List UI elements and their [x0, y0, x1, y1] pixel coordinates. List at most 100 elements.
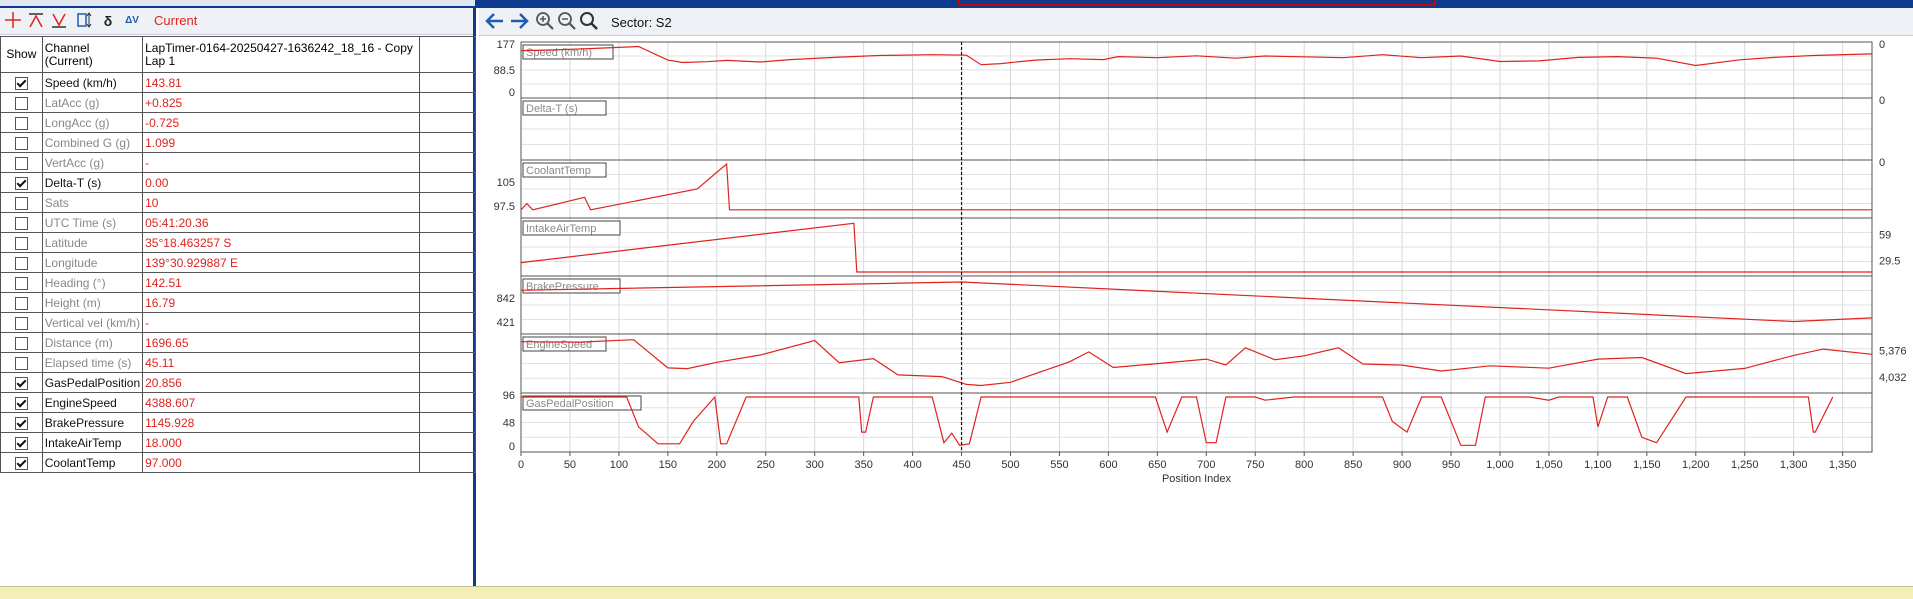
show-cell	[0, 452, 43, 473]
show-checkbox[interactable]	[14, 236, 28, 250]
channel-row[interactable]: BrakePressure 1145.928	[0, 412, 477, 433]
channel-row[interactable]: Vertical vel (km/h) -	[0, 312, 477, 333]
show-checkbox[interactable]	[14, 396, 28, 410]
zoom-fit-icon[interactable]	[579, 11, 599, 36]
channel-row[interactable]: UTC Time (s) 05:41:20.36	[0, 212, 477, 233]
delta-icon[interactable]: δ	[98, 11, 118, 31]
empty-cell	[418, 92, 477, 113]
series-line-coolanttemp	[520, 162, 1872, 211]
channel-row[interactable]: Height (m) 16.79	[0, 292, 477, 313]
channel-value: 0.00	[142, 172, 420, 193]
show-checkbox[interactable]	[14, 376, 28, 390]
channel-row[interactable]: Heading (°) 142.51	[0, 272, 477, 293]
channel-column-header[interactable]: Channel (Current)	[41, 36, 144, 73]
top-tab-strip	[0, 0, 475, 13]
show-checkbox[interactable]	[14, 216, 28, 230]
channel-value: 139°30.929887 E	[142, 252, 420, 273]
panel-label: BrakePressure	[526, 281, 599, 293]
channel-value: 97.000	[142, 452, 420, 473]
y-tick-label: 97.5	[494, 201, 515, 213]
channel-value: 18.000	[142, 432, 420, 453]
marker-up-icon[interactable]	[26, 11, 46, 31]
show-checkbox[interactable]	[14, 176, 28, 190]
channel-row[interactable]: EngineSpeed 4388.607	[0, 392, 477, 413]
marker-down-icon[interactable]	[49, 11, 69, 31]
empty-cell	[418, 112, 477, 133]
show-checkbox[interactable]	[14, 296, 28, 310]
channel-value: 20.856	[142, 372, 420, 393]
channel-name: Distance (m)	[41, 332, 144, 353]
x-tick-label: 150	[659, 459, 677, 471]
channel-value: 4388.607	[142, 392, 420, 413]
show-cell	[0, 92, 43, 113]
vertical-fit-icon[interactable]	[74, 11, 94, 31]
y-tick-label-right: 0	[1879, 157, 1885, 169]
status-bar	[0, 586, 1913, 599]
x-tick-label: 650	[1148, 459, 1166, 471]
show-checkbox[interactable]	[14, 256, 28, 270]
empty-cell	[418, 372, 477, 393]
show-checkbox[interactable]	[14, 196, 28, 210]
channel-row[interactable]: Sats 10	[0, 192, 477, 213]
show-checkbox[interactable]	[14, 96, 28, 110]
show-checkbox[interactable]	[14, 316, 28, 330]
channel-row[interactable]: Distance (m) 1696.65	[0, 332, 477, 353]
empty-column-header	[418, 36, 477, 73]
show-checkbox[interactable]	[14, 136, 28, 150]
show-checkbox[interactable]	[14, 416, 28, 430]
channel-row[interactable]: IntakeAirTemp 18.000	[0, 432, 477, 453]
channel-row[interactable]: LongAcc (g) -0.725	[0, 112, 477, 133]
empty-cell	[418, 172, 477, 193]
empty-cell	[418, 332, 477, 353]
channel-row[interactable]: LatAcc (g) +0.825	[0, 92, 477, 113]
channel-row[interactable]: GasPedalPosition 20.856	[0, 372, 477, 393]
show-checkbox[interactable]	[14, 336, 28, 350]
channel-row[interactable]: Delta-T (s) 0.00	[0, 172, 477, 193]
crosshair-icon[interactable]	[3, 11, 23, 31]
channel-row[interactable]: Combined G (g) 1.099	[0, 132, 477, 153]
show-checkbox[interactable]	[14, 356, 28, 370]
channel-value: 10	[142, 192, 420, 213]
channel-row[interactable]: Elapsed time (s) 45.11	[0, 352, 477, 373]
channel-row[interactable]: Latitude 35°18.463257 S	[0, 232, 477, 253]
channel-value: -0.725	[142, 112, 420, 133]
channel-value: +0.825	[142, 92, 420, 113]
x-tick-label: 1,150	[1633, 459, 1661, 471]
empty-cell	[418, 152, 477, 173]
forward-arrow-icon[interactable]	[509, 11, 529, 36]
plot-toolbar: Sector: S2	[479, 8, 1913, 36]
empty-cell	[418, 192, 477, 213]
lap-column-header[interactable]: LapTimer-0164-20250427-1636242_18_16 - C…	[142, 36, 420, 73]
channel-row[interactable]: VertAcc (g) -	[0, 152, 477, 173]
y-tick-label: 105	[497, 177, 515, 189]
panel-label: Delta-T (s)	[526, 103, 578, 115]
channel-value: 143.81	[142, 72, 420, 93]
channel-name: VertAcc (g)	[41, 152, 144, 173]
channel-row[interactable]: Longitude 139°30.929887 E	[0, 252, 477, 273]
show-checkbox[interactable]	[14, 456, 28, 470]
show-cell	[0, 132, 43, 153]
channel-value: 1145.928	[142, 412, 420, 433]
channel-name: Vertical vel (km/h)	[41, 312, 144, 333]
telemetry-chart[interactable]: Speed (km/h)17788.500Delta-T (s)0Coolant…	[479, 36, 1913, 586]
show-checkbox[interactable]	[14, 156, 28, 170]
x-tick-label: 600	[1099, 459, 1117, 471]
show-checkbox[interactable]	[14, 116, 28, 130]
y-tick-label: 48	[503, 418, 515, 430]
show-column-header[interactable]: Show	[0, 36, 43, 73]
channel-name: Height (m)	[41, 292, 144, 313]
show-checkbox[interactable]	[14, 436, 28, 450]
back-arrow-icon[interactable]	[485, 11, 505, 36]
zoom-in-icon[interactable]	[535, 11, 555, 36]
show-checkbox[interactable]	[14, 276, 28, 290]
show-checkbox[interactable]	[14, 76, 28, 90]
channel-table: Show Channel (Current) LapTimer-0164-202…	[0, 36, 477, 473]
show-cell	[0, 392, 43, 413]
channel-row[interactable]: CoolantTemp 97.000	[0, 452, 477, 473]
channel-name: LongAcc (g)	[41, 112, 144, 133]
delta-v-icon[interactable]: ΔV	[122, 11, 142, 31]
channel-value: -	[142, 152, 420, 173]
zoom-out-icon[interactable]	[557, 11, 577, 36]
channel-value: 45.11	[142, 352, 420, 373]
channel-row[interactable]: Speed (km/h) 143.81	[0, 72, 477, 93]
